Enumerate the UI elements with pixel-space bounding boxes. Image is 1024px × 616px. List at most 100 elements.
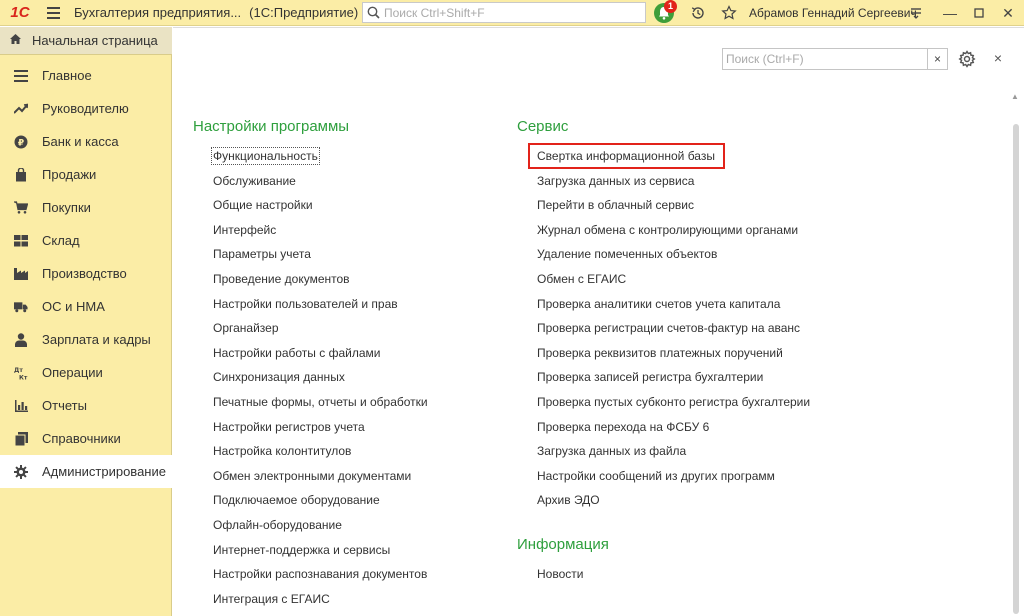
- link-item[interactable]: Органайзер: [213, 321, 279, 335]
- scrollbar-thumb[interactable]: [1013, 124, 1019, 614]
- home-icon: [9, 33, 23, 48]
- link-item[interactable]: Настройки сообщений из других программ: [537, 469, 775, 483]
- history-button[interactable]: [688, 3, 708, 23]
- clear-icon: ×: [933, 52, 941, 66]
- link-item[interactable]: Проверка реквизитов платежных поручений: [537, 346, 783, 360]
- link-item[interactable]: Интерфейс: [213, 223, 276, 237]
- sidebar-item-administration[interactable]: Администрирование: [0, 455, 173, 488]
- gear-icon: [14, 464, 28, 479]
- link-item[interactable]: Обслуживание: [213, 174, 296, 188]
- app-title: Бухгалтерия предприятия...: [74, 5, 242, 20]
- close-panel-button[interactable]: ×: [990, 50, 1006, 68]
- link-item[interactable]: Интеграция с ЕГАИС: [213, 592, 330, 606]
- app-logo: 1С: [10, 4, 30, 21]
- highlight-annotation: [528, 143, 725, 169]
- sidebar-item-purchases[interactable]: Покупки: [0, 191, 172, 224]
- link-item[interactable]: Архив ЭДО: [537, 493, 600, 507]
- link-item[interactable]: Настройки регистров учета: [213, 420, 365, 434]
- minimize-icon: —: [943, 5, 957, 21]
- coin-icon: ₽: [14, 135, 28, 149]
- link-item[interactable]: Обмен электронными документами: [213, 469, 411, 483]
- sidebar-item-assets[interactable]: ОС и НМА: [0, 290, 172, 323]
- link-item[interactable]: Подключаемое оборудование: [213, 493, 380, 507]
- section-title-settings: Настройки программы: [193, 118, 350, 135]
- notification-count-badge: 1: [664, 0, 677, 13]
- search-icon: [367, 6, 380, 19]
- close-icon: ✕: [1002, 4, 1014, 21]
- link-item[interactable]: Проверка перехода на ФСБУ 6: [537, 420, 709, 434]
- sidebar-item-main[interactable]: Главное: [0, 59, 172, 92]
- link-item[interactable]: Общие настройки: [213, 198, 313, 212]
- link-item[interactable]: Настройка колонтитулов: [213, 444, 351, 458]
- global-search-input[interactable]: [384, 5, 634, 20]
- app-subtitle: (1С:Предприятие): [249, 5, 359, 20]
- link-item[interactable]: Проверка пустых субконто регистра бухгал…: [537, 395, 810, 409]
- clear-search-button[interactable]: ×: [927, 49, 947, 69]
- link-item[interactable]: Загрузка данных из сервиса: [537, 174, 694, 188]
- window-options-button[interactable]: [906, 3, 926, 23]
- panel-settings-button[interactable]: [958, 50, 976, 68]
- scroll-up-arrow[interactable]: ▲: [1010, 92, 1020, 102]
- svg-text:₽: ₽: [18, 138, 24, 148]
- link-item[interactable]: Печатные формы, отчеты и обработки: [213, 395, 428, 409]
- person-icon: [14, 332, 28, 347]
- link-item[interactable]: Удаление помеченных объектов: [537, 247, 717, 261]
- link-item[interactable]: Проверка регистрации счетов-фактур на ав…: [537, 321, 800, 335]
- close-window-button[interactable]: ✕: [998, 3, 1018, 23]
- sidebar-item-operations[interactable]: Дт Кт Операции: [0, 356, 172, 389]
- sidebar-item-manager[interactable]: Руководителю: [0, 92, 172, 125]
- sidebar-home[interactable]: Начальная страница: [0, 27, 172, 55]
- sidebar-item-reports[interactable]: Отчеты: [0, 389, 172, 422]
- link-item[interactable]: Синхронизация данных: [213, 370, 345, 384]
- panel-search-input[interactable]: [723, 52, 927, 66]
- link-item[interactable]: Настройки работы с файлами: [213, 346, 380, 360]
- link-item[interactable]: Настройки распознавания документов: [213, 567, 427, 581]
- maximize-button[interactable]: [969, 3, 989, 23]
- cart-icon: [14, 201, 28, 215]
- sidebar-item-label: Банк и касса: [42, 134, 119, 149]
- link-item[interactable]: Проверка аналитики счетов учета капитала: [537, 297, 780, 311]
- sidebar-item-sales[interactable]: Продажи: [0, 158, 172, 191]
- link-item[interactable]: Проведение документов: [213, 272, 350, 286]
- sidebar-item-label: Администрирование: [42, 464, 166, 479]
- link-item[interactable]: Параметры учета: [213, 247, 311, 261]
- sidebar-item-warehouse[interactable]: Склад: [0, 224, 172, 257]
- link-item[interactable]: Офлайн-оборудование: [213, 518, 342, 532]
- current-user[interactable]: Абрамов Геннадий Сергеевич: [749, 6, 917, 20]
- sidebar-home-label: Начальная страница: [32, 33, 158, 48]
- settings-gear-icon: [958, 50, 976, 68]
- star-icon: [721, 5, 737, 20]
- link-item[interactable]: Функциональность: [211, 147, 320, 165]
- warehouse-icon: [14, 234, 28, 248]
- sidebar-item-production[interactable]: Производство: [0, 257, 172, 290]
- link-item[interactable]: Загрузка данных из файла: [537, 444, 686, 458]
- favorites-button[interactable]: [719, 3, 739, 23]
- sidebar-item-bank[interactable]: ₽ Банк и касса: [0, 125, 172, 158]
- sidebar-item-label: ОС и НМА: [42, 299, 105, 314]
- link-item[interactable]: Новости: [537, 567, 583, 581]
- menu-icon: [14, 69, 28, 83]
- link-item[interactable]: Перейти в облачный сервис: [537, 198, 694, 212]
- sidebar-item-label: Производство: [42, 266, 127, 281]
- svg-text:Дт: Дт: [14, 367, 23, 374]
- close-icon: ×: [993, 50, 1003, 66]
- sidebar-item-label: Руководителю: [42, 101, 129, 116]
- menu-lines-icon: [911, 8, 921, 19]
- link-item[interactable]: Журнал обмена с контролирующими органами: [537, 223, 798, 237]
- sidebar-item-label: Справочники: [42, 431, 121, 446]
- main-menu-button[interactable]: [40, 0, 66, 26]
- sidebar-item-label: Отчеты: [42, 398, 87, 413]
- debit-credit-icon: Дт Кт: [14, 366, 28, 380]
- maximize-icon: [974, 8, 984, 18]
- minimize-button[interactable]: —: [940, 3, 960, 23]
- link-item[interactable]: Интернет-поддержка и сервисы: [213, 543, 390, 557]
- link-item[interactable]: Настройки пользователей и прав: [213, 297, 398, 311]
- sidebar-item-catalogs[interactable]: Справочники: [0, 422, 172, 455]
- sidebar-item-salary[interactable]: Зарплата и кадры: [0, 323, 172, 356]
- sidebar-item-label: Продажи: [42, 167, 97, 182]
- link-item[interactable]: Обмен с ЕГАИС: [537, 272, 626, 286]
- global-search-box[interactable]: [362, 2, 646, 23]
- link-item[interactable]: Проверка записей регистра бухгалтерии: [537, 370, 763, 384]
- panel-search-box[interactable]: ×: [722, 48, 948, 70]
- truck-icon: [14, 300, 28, 314]
